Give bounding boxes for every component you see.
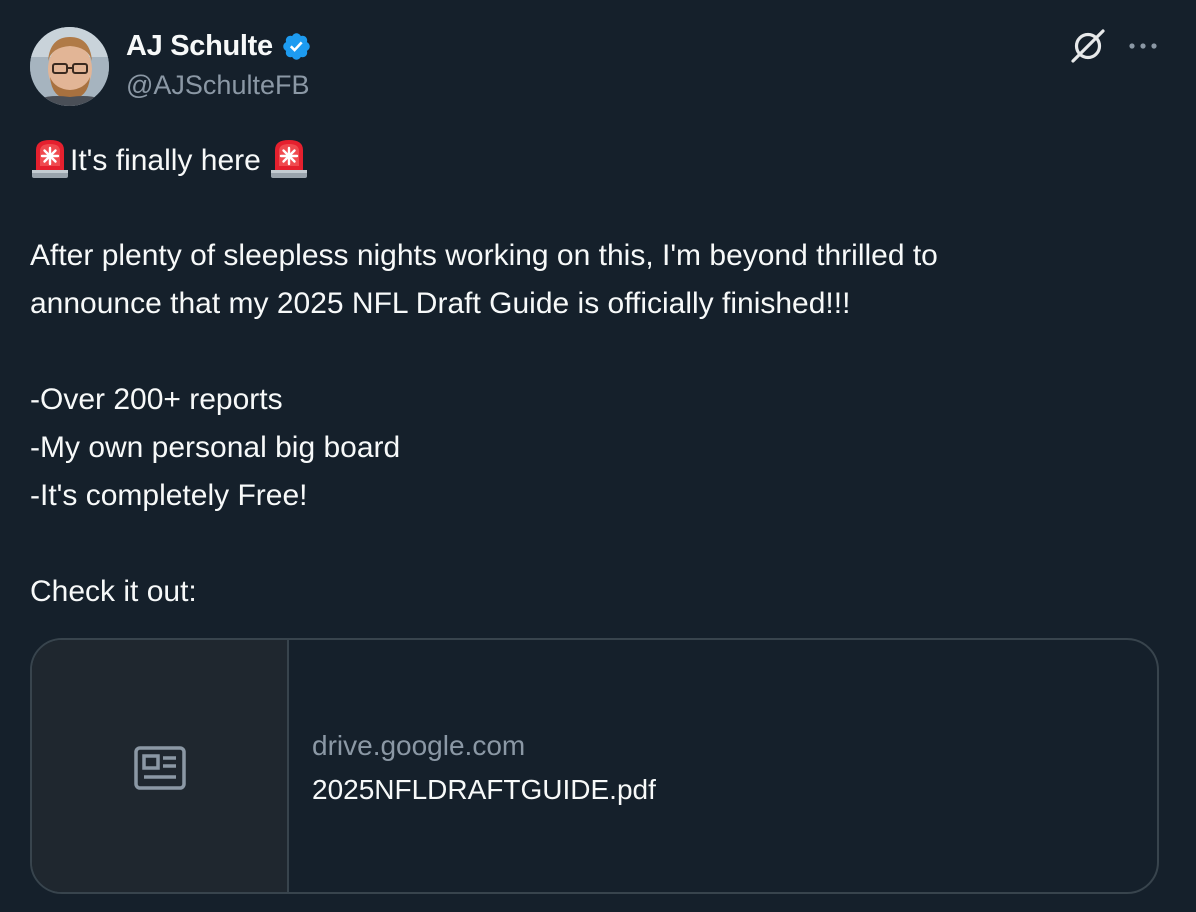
author-name-row: AJ Schulte: [126, 28, 312, 64]
verified-badge-icon[interactable]: [281, 31, 312, 62]
tweet: AJ Schulte @AJSchulteFB It's finally her…: [0, 0, 1196, 912]
link-card-title[interactable]: 2025NFLDRAFTGUIDE.pdf: [312, 774, 656, 806]
link-card[interactable]: drive.google.com 2025NFLDRAFTGUIDE.pdf: [30, 638, 1159, 894]
grok-icon[interactable]: [1069, 27, 1107, 65]
author-handle[interactable]: @AJSchulteFB: [126, 70, 309, 101]
tweet-bullet: -My own personal big board: [30, 431, 401, 464]
tweet-headline: It's finally here: [70, 144, 261, 177]
avatar[interactable]: [30, 27, 109, 106]
siren-emoji-icon: [30, 136, 70, 180]
link-card-thumbnail[interactable]: [32, 640, 289, 892]
article-icon: [134, 746, 186, 790]
link-card-domain: drive.google.com: [312, 730, 526, 761]
more-options-icon[interactable]: [1127, 36, 1159, 56]
author-name[interactable]: AJ Schulte: [126, 30, 273, 63]
tweet-bullet: -It's completely Free!: [30, 479, 308, 512]
tweet-paragraph-line: After plenty of sleepless nights working…: [30, 239, 938, 272]
tweet-cta: Check it out:: [30, 575, 197, 608]
tweet-headline-line: It's finally here: [30, 136, 1160, 184]
tweet-text: It's finally here After plenty of sleepl…: [30, 136, 1160, 616]
siren-emoji-icon: [269, 136, 309, 180]
tweet-paragraph-line: announce that my 2025 NFL Draft Guide is…: [30, 287, 851, 320]
tweet-bullet: -Over 200+ reports: [30, 383, 283, 416]
